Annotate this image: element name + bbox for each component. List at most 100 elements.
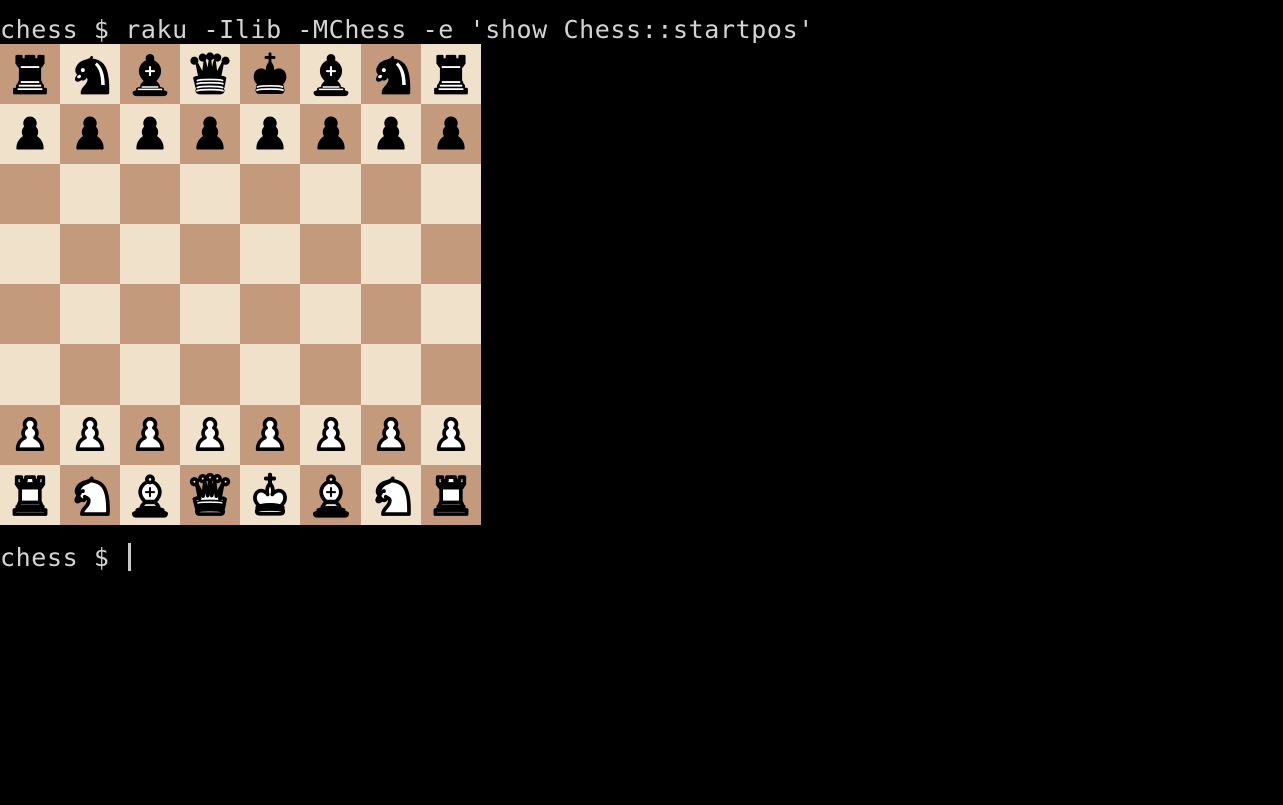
terminal-window: chess $ raku -Ilib -MChess -e 'show Ches… <box>0 0 1283 805</box>
board-square-b8[interactable] <box>60 44 121 105</box>
piece-black-knight-icon[interactable] <box>365 48 417 100</box>
board-square-h8[interactable] <box>420 44 481 105</box>
board-square-e6[interactable] <box>240 164 301 225</box>
board-square-a3[interactable] <box>0 344 61 405</box>
board-square-f6[interactable] <box>300 164 361 225</box>
piece-white-pawn-icon[interactable] <box>64 409 116 461</box>
board-square-d5[interactable] <box>180 224 241 285</box>
board-square-d1[interactable] <box>180 464 241 525</box>
board-square-e1[interactable] <box>240 464 301 525</box>
board-square-b6[interactable] <box>60 164 121 225</box>
piece-white-pawn-icon[interactable] <box>244 409 296 461</box>
piece-white-pawn-icon[interactable] <box>305 409 357 461</box>
text-cursor <box>128 543 132 571</box>
piece-black-pawn-icon[interactable] <box>244 108 296 160</box>
board-square-c6[interactable] <box>120 164 181 225</box>
board-square-h1[interactable] <box>420 464 481 525</box>
board-square-b2[interactable] <box>60 404 121 465</box>
board-square-h7[interactable] <box>420 104 481 165</box>
board-square-e5[interactable] <box>240 224 301 285</box>
board-square-e4[interactable] <box>240 284 301 345</box>
piece-black-rook-icon[interactable] <box>4 48 56 100</box>
board-square-f5[interactable] <box>300 224 361 285</box>
board-square-h5[interactable] <box>420 224 481 285</box>
board-square-d4[interactable] <box>180 284 241 345</box>
board-square-a4[interactable] <box>0 284 61 345</box>
piece-white-pawn-icon[interactable] <box>124 409 176 461</box>
board-square-e3[interactable] <box>240 344 301 405</box>
board-square-h4[interactable] <box>420 284 481 345</box>
board-square-c2[interactable] <box>120 404 181 465</box>
piece-white-knight-icon[interactable] <box>64 469 116 521</box>
piece-black-pawn-icon[interactable] <box>184 108 236 160</box>
piece-black-pawn-icon[interactable] <box>124 108 176 160</box>
board-square-c5[interactable] <box>120 224 181 285</box>
board-square-g4[interactable] <box>360 284 421 345</box>
board-square-d8[interactable] <box>180 44 241 105</box>
piece-black-knight-icon[interactable] <box>64 48 116 100</box>
board-square-d3[interactable] <box>180 344 241 405</box>
piece-white-pawn-icon[interactable] <box>425 409 477 461</box>
piece-black-pawn-icon[interactable] <box>365 108 417 160</box>
board-square-b3[interactable] <box>60 344 121 405</box>
board-square-b5[interactable] <box>60 224 121 285</box>
board-square-a6[interactable] <box>0 164 61 225</box>
board-square-f3[interactable] <box>300 344 361 405</box>
board-square-a1[interactable] <box>0 464 61 525</box>
board-square-b7[interactable] <box>60 104 121 165</box>
board-square-g7[interactable] <box>360 104 421 165</box>
board-square-g6[interactable] <box>360 164 421 225</box>
board-square-a5[interactable] <box>0 224 61 285</box>
board-square-f7[interactable] <box>300 104 361 165</box>
piece-white-pawn-icon[interactable] <box>4 409 56 461</box>
piece-black-queen-icon[interactable] <box>184 48 236 100</box>
piece-white-bishop-icon[interactable] <box>124 469 176 521</box>
piece-white-queen-icon[interactable] <box>184 469 236 521</box>
chessboard[interactable] <box>0 44 481 525</box>
piece-black-pawn-icon[interactable] <box>64 108 116 160</box>
board-square-a2[interactable] <box>0 404 61 465</box>
piece-black-rook-icon[interactable] <box>425 48 477 100</box>
board-square-f4[interactable] <box>300 284 361 345</box>
piece-white-rook-icon[interactable] <box>425 469 477 521</box>
piece-white-pawn-icon[interactable] <box>365 409 417 461</box>
board-square-d2[interactable] <box>180 404 241 465</box>
board-square-c1[interactable] <box>120 464 181 525</box>
shell-prompt-line: chess $ <box>0 536 132 580</box>
piece-black-bishop-icon[interactable] <box>305 48 357 100</box>
board-square-c4[interactable] <box>120 284 181 345</box>
board-square-e7[interactable] <box>240 104 301 165</box>
board-square-h3[interactable] <box>420 344 481 405</box>
piece-black-pawn-icon[interactable] <box>425 108 477 160</box>
piece-white-king-icon[interactable] <box>244 469 296 521</box>
piece-white-bishop-icon[interactable] <box>305 469 357 521</box>
board-square-c8[interactable] <box>120 44 181 105</box>
board-square-g5[interactable] <box>360 224 421 285</box>
piece-black-king-icon[interactable] <box>244 48 296 100</box>
board-square-b4[interactable] <box>60 284 121 345</box>
piece-black-pawn-icon[interactable] <box>4 108 56 160</box>
board-square-a8[interactable] <box>0 44 61 105</box>
board-square-d7[interactable] <box>180 104 241 165</box>
piece-white-pawn-icon[interactable] <box>184 409 236 461</box>
board-square-e2[interactable] <box>240 404 301 465</box>
board-square-g2[interactable] <box>360 404 421 465</box>
board-square-b1[interactable] <box>60 464 121 525</box>
piece-black-pawn-icon[interactable] <box>305 108 357 160</box>
piece-white-rook-icon[interactable] <box>4 469 56 521</box>
board-square-f8[interactable] <box>300 44 361 105</box>
board-square-a7[interactable] <box>0 104 61 165</box>
board-square-g1[interactable] <box>360 464 421 525</box>
board-square-f2[interactable] <box>300 404 361 465</box>
board-square-e8[interactable] <box>240 44 301 105</box>
board-square-h2[interactable] <box>420 404 481 465</box>
board-square-c3[interactable] <box>120 344 181 405</box>
piece-black-bishop-icon[interactable] <box>124 48 176 100</box>
board-square-c7[interactable] <box>120 104 181 165</box>
board-square-d6[interactable] <box>180 164 241 225</box>
board-square-g3[interactable] <box>360 344 421 405</box>
piece-white-knight-icon[interactable] <box>365 469 417 521</box>
board-square-h6[interactable] <box>420 164 481 225</box>
board-square-g8[interactable] <box>360 44 421 105</box>
board-square-f1[interactable] <box>300 464 361 525</box>
